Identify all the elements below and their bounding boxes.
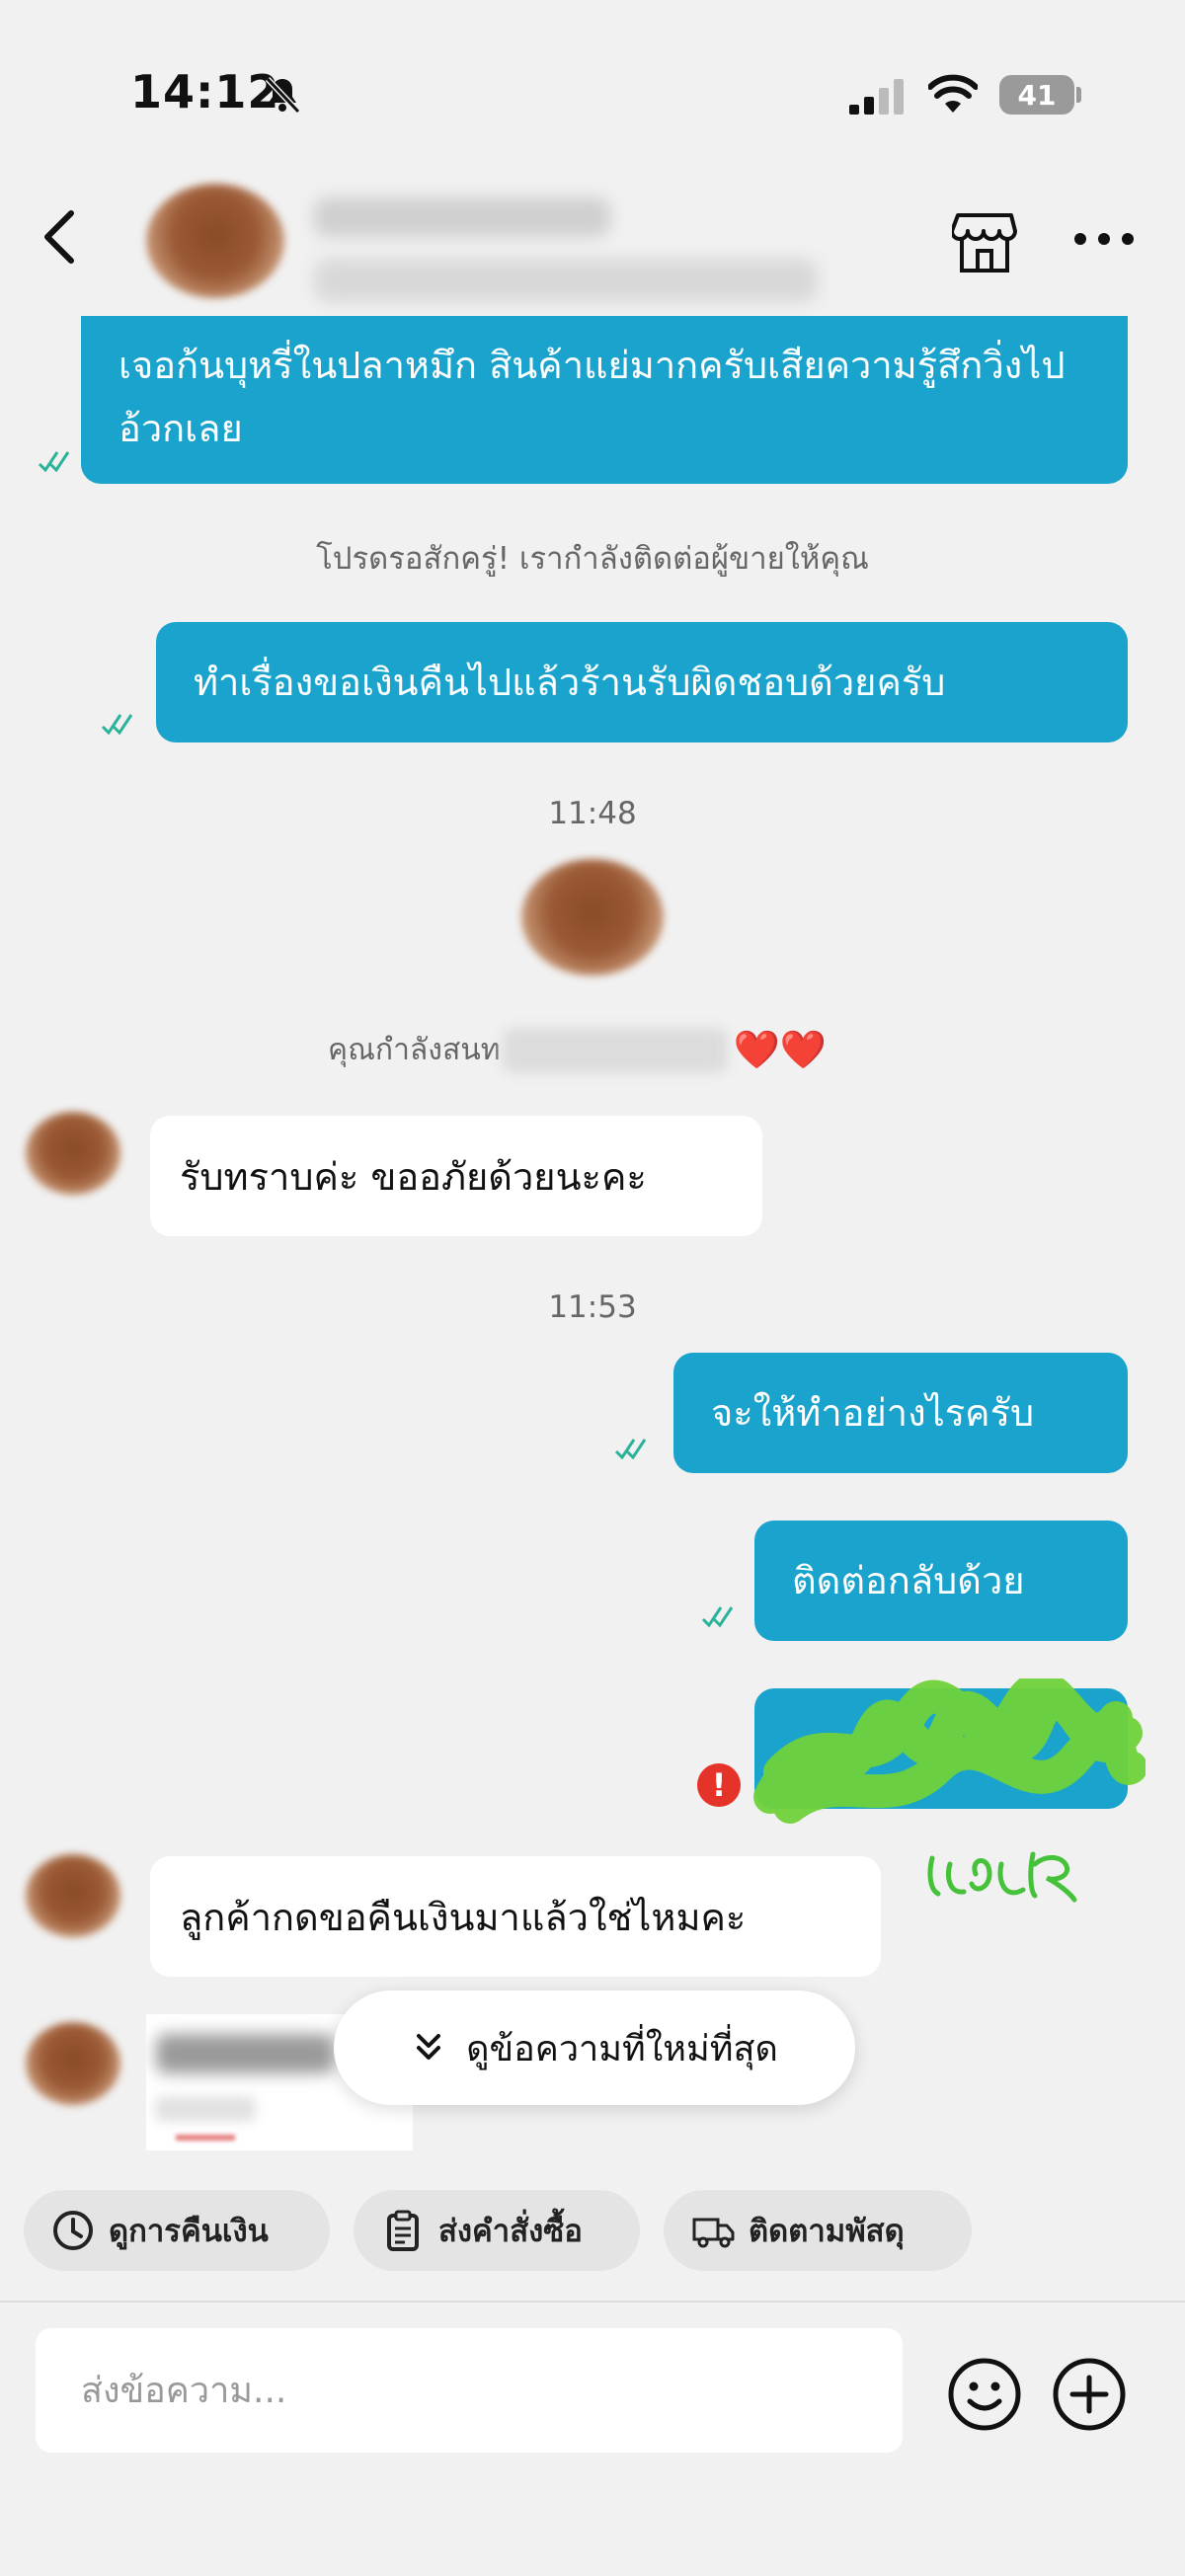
back-arrow-icon[interactable] bbox=[40, 207, 79, 267]
love-notice: คุณกำลังสนท ❤️❤️ bbox=[328, 1027, 827, 1073]
divider bbox=[0, 2301, 1185, 2303]
outgoing-message[interactable]: เจอก้นบุหรี่ในปลาหมึก สินค้าแย่มากครับเส… bbox=[81, 316, 1128, 484]
system-notice: โปรดรอสักครู่! เรากำลังติดต่อผู้ขายให้คุ… bbox=[316, 541, 869, 577]
read-tick-icon bbox=[614, 1439, 647, 1459]
read-tick-icon bbox=[101, 714, 133, 735]
redacted-text bbox=[176, 2135, 235, 2141]
view-refund-button[interactable]: ดูการคืนเงิน bbox=[24, 2190, 330, 2271]
clock-icon bbox=[53, 2211, 93, 2250]
shop-icon[interactable] bbox=[952, 211, 1017, 274]
heart-emoji: ❤️❤️ bbox=[733, 1028, 828, 1071]
send-order-label: ส่งคำสั่งซื้อ bbox=[438, 2214, 583, 2249]
double-chevron-down-icon bbox=[417, 2034, 441, 2060]
incoming-message[interactable]: รับทราบค่ะ ขออภัยด้วยนะคะ bbox=[150, 1116, 762, 1236]
contact-name-redacted bbox=[314, 197, 610, 237]
read-tick-icon bbox=[701, 1606, 734, 1627]
track-parcel-button[interactable]: ติดตามพัสดุ bbox=[664, 2190, 972, 2271]
battery-tip bbox=[1076, 87, 1081, 103]
love-notice-text: คุณกำลังสนท bbox=[328, 1033, 501, 1067]
message-input[interactable] bbox=[81, 2370, 903, 2411]
contact-subtitle-redacted bbox=[314, 259, 818, 302]
redacted-text bbox=[502, 1027, 728, 1073]
contact-avatar[interactable] bbox=[146, 184, 284, 298]
seller-avatar bbox=[521, 859, 664, 976]
jump-to-latest-button[interactable]: ดูข้อความที่ใหม่ที่สุด bbox=[334, 1991, 855, 2105]
redacted-text bbox=[156, 2034, 334, 2073]
jump-to-latest-label: ดูข้อความที่ใหม่ที่สุด bbox=[466, 2028, 778, 2069]
clipboard-icon bbox=[387, 2210, 419, 2251]
track-parcel-label: ติดตามพัสดุ bbox=[749, 2214, 905, 2249]
seller-avatar[interactable] bbox=[26, 1854, 120, 1937]
emoji-icon[interactable] bbox=[946, 2356, 1023, 2433]
status-time: 14:12 bbox=[130, 65, 280, 118]
battery-indicator: 41 bbox=[999, 75, 1074, 115]
timestamp: 11:53 bbox=[548, 1289, 637, 1325]
censor-scribble bbox=[753, 1678, 1146, 1824]
add-attachment-icon[interactable] bbox=[1051, 2356, 1128, 2433]
wifi-icon bbox=[928, 74, 978, 113]
incoming-message[interactable]: ลูกค้ากดขอคืนเงินมาแล้วใช่ไหมคะ bbox=[150, 1856, 881, 1977]
truck-icon bbox=[692, 2218, 735, 2248]
timestamp: 11:48 bbox=[548, 796, 637, 831]
view-refund-label: ดูการคืนเงิน bbox=[109, 2214, 269, 2249]
outgoing-message[interactable]: ทำเรื่องขอเงินคืนไปแล้วร้านรับผิดชอบด้วย… bbox=[156, 622, 1128, 742]
signal-icon bbox=[849, 79, 904, 115]
redacted-text bbox=[156, 2097, 255, 2121]
outgoing-message[interactable]: ติดต่อกลับด้วย bbox=[754, 1521, 1128, 1641]
error-icon[interactable]: ! bbox=[697, 1763, 741, 1807]
bell-off-icon bbox=[265, 76, 301, 115]
seller-avatar[interactable] bbox=[26, 1112, 120, 1195]
send-order-button[interactable]: ส่งคำสั่งซื้อ bbox=[354, 2190, 640, 2271]
seller-avatar[interactable] bbox=[26, 2022, 120, 2105]
more-options-icon[interactable] bbox=[1072, 227, 1136, 251]
outgoing-message[interactable]: จะให้ทำอย่างไรครับ bbox=[673, 1353, 1128, 1473]
handwritten-annotation bbox=[927, 1851, 1077, 1903]
read-tick-icon bbox=[38, 451, 70, 472]
message-composer[interactable] bbox=[36, 2328, 903, 2453]
